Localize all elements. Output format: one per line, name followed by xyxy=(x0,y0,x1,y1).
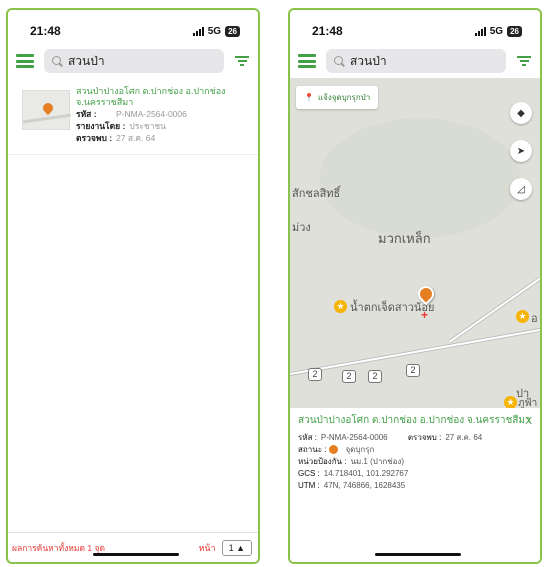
place-label: อ xyxy=(531,313,538,325)
results-count: ผลการค้นหาทั้งหมด 1 จุด xyxy=(12,542,105,553)
locate-icon[interactable]: ➤ xyxy=(510,140,532,162)
filter-icon[interactable] xyxy=(234,56,250,66)
result-item[interactable]: สวนป่าปางอโศก ต.ปากช่อง อ.ปากช่อง จ.นครร… xyxy=(8,78,258,155)
result-title: สวนป่าปางอโศก ต.ปากช่อง อ.ปากช่อง จ.นครร… xyxy=(76,86,226,107)
signal-icon xyxy=(474,26,486,36)
menu-icon[interactable] xyxy=(16,54,34,68)
home-indicator xyxy=(375,553,461,556)
search-bar[interactable] xyxy=(44,49,224,73)
route-number: 2 xyxy=(308,368,322,381)
menu-icon[interactable] xyxy=(298,54,316,68)
report-encroachment-button[interactable]: 📍 แจ้งจุดบุกรุกป่า xyxy=(296,86,379,109)
signal-icon xyxy=(192,26,204,36)
map-view[interactable]: 📍 แจ้งจุดบุกรุกป่า ◆ ➤ ◿ สักชลสิทธิ์ ม่วง… xyxy=(290,78,540,408)
search-icon xyxy=(52,55,62,67)
battery-icon: 26 xyxy=(507,25,522,37)
status-value: จุดบุกรุก xyxy=(345,445,375,454)
close-icon[interactable]: X xyxy=(525,416,532,427)
utm-label: UTM : xyxy=(298,481,320,490)
gcs-label: GCS : xyxy=(298,469,320,478)
reporter-label: รายงานโดย : xyxy=(76,121,126,131)
measure-icon[interactable]: ◿ xyxy=(510,178,532,200)
search-icon xyxy=(334,55,344,67)
detected-value: 27 ส.ค. 64 xyxy=(445,433,483,442)
map-thumbnail xyxy=(22,90,71,130)
code-value: P-NMA-2564-0006 xyxy=(116,109,187,119)
battery-icon: 26 xyxy=(225,25,240,37)
search-header xyxy=(8,44,258,78)
pin-icon: 📍 xyxy=(304,93,314,102)
status-bar: 21:48 5G 26 xyxy=(8,10,258,44)
poi-star-icon[interactable]: ★ xyxy=(504,396,517,408)
poi-star-icon[interactable]: ★ xyxy=(516,310,529,323)
status-bar: 21:48 5G 26 xyxy=(290,10,540,44)
network-label: 5G xyxy=(489,25,504,37)
search-bar[interactable] xyxy=(326,49,506,73)
route-number: 2 xyxy=(368,370,382,383)
network-label: 5G xyxy=(207,25,222,37)
place-label: มวกเหล็ก xyxy=(378,231,431,246)
code-value: P-NMA-2564-0006 xyxy=(320,433,388,442)
filter-icon[interactable] xyxy=(516,56,532,66)
place-label: สักชลสิทธิ์ xyxy=(292,188,341,200)
code-label: รหัส : xyxy=(76,109,97,119)
route-number: 2 xyxy=(342,370,356,383)
detected-label: ตรวจพบ : xyxy=(407,433,442,442)
location-pin-icon xyxy=(40,100,56,116)
status-label: สถานะ : xyxy=(298,445,327,454)
unit-value: นม.1 (ปากช่อง) xyxy=(350,457,404,466)
place-label: ภูฟ้า xyxy=(518,398,538,408)
detected-value: 27 ส.ค. 64 xyxy=(116,133,156,143)
search-header xyxy=(290,44,540,78)
detail-title: สวนป่าปางอโศก ต.ปากช่อง อ.ปากช่อง จ.นครร… xyxy=(298,415,531,426)
search-results-screen: 21:48 5G 26 สวนป่าปางอโศก ต.ปากช่อง อ.ปา… xyxy=(6,8,260,564)
detected-label: ตรวจพบ : xyxy=(76,133,113,143)
status-time: 21:48 xyxy=(312,24,343,38)
poi-star-icon[interactable]: ★ xyxy=(334,300,347,313)
layers-icon[interactable]: ◆ xyxy=(510,102,532,124)
crosshair-icon: + xyxy=(421,308,429,322)
search-input[interactable] xyxy=(349,54,498,68)
unit-label: หน่วยป้องกัน : xyxy=(298,457,347,466)
code-label: รหัส : xyxy=(298,433,317,442)
utm-value: 47N, 746866, 1628435 xyxy=(323,481,406,490)
reporter-value: ประชาชน xyxy=(129,121,166,131)
search-input[interactable] xyxy=(67,54,216,68)
point-detail-panel: X สวนป่าปางอโศก ต.ปากช่อง อ.ปากช่อง จ.นค… xyxy=(290,408,540,562)
route-number: 2 xyxy=(406,364,420,377)
place-label: ม่วง xyxy=(292,222,311,234)
page-label: หน้า xyxy=(198,542,216,553)
status-icon xyxy=(329,445,339,455)
page-select[interactable]: 1 ▲ xyxy=(221,539,252,556)
results-footer: ผลการค้นหาทั้งหมด 1 จุด หน้า 1 ▲ xyxy=(8,532,258,562)
status-time: 21:48 xyxy=(30,24,61,38)
map-screen: 21:48 5G 26 📍แจ้งจุดบุกรุกป่า ◆ ➤ ◿ สักช… xyxy=(288,8,542,564)
gcs-value: 14.718401, 101.292767 xyxy=(323,469,409,478)
home-indicator xyxy=(93,553,179,556)
